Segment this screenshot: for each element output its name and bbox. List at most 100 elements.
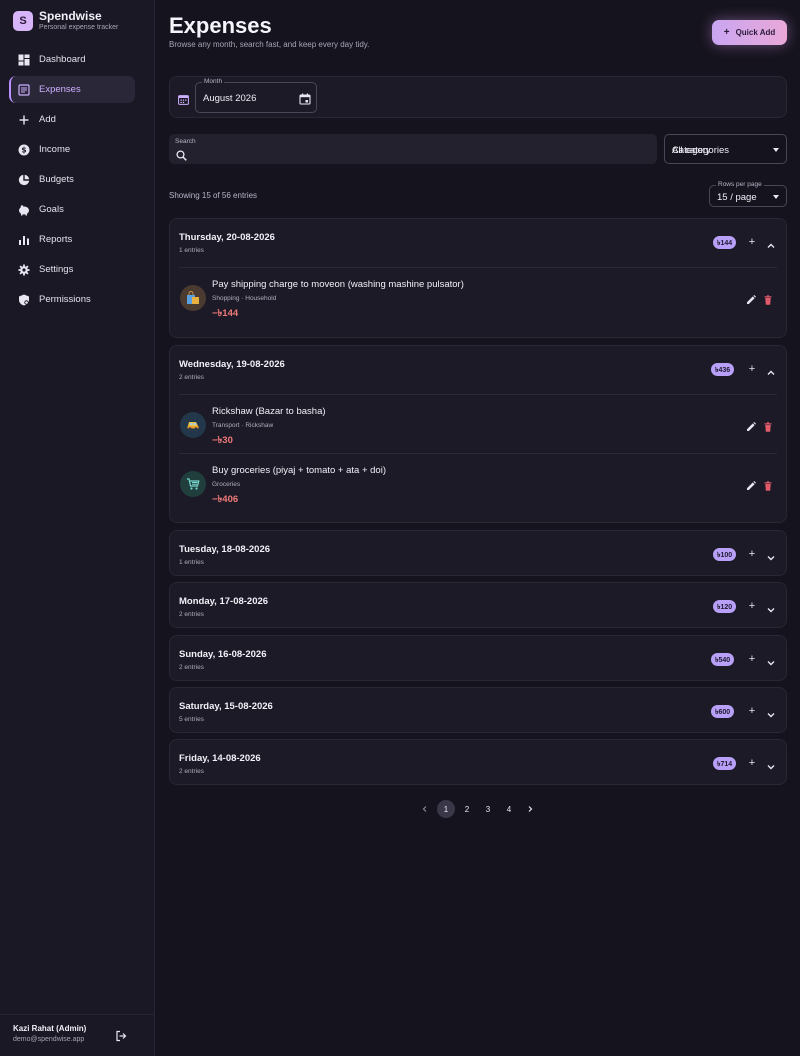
day-total-badge: ৳436 — [711, 363, 735, 376]
sidebar: S Spendwise Personal expense tracker Das… — [0, 0, 155, 1056]
logout-icon[interactable] — [115, 1029, 127, 1042]
day-title[interactable]: Thursday, 20-08-2026 — [179, 232, 275, 243]
day-group[interactable]: Tuesday, 18-08-2026 1 entries ৳100 + — [169, 530, 787, 576]
add-entry-button[interactable]: + — [747, 654, 757, 665]
rows-per-page-select[interactable]: Rows per page 15 / page — [709, 181, 787, 207]
svg-text:$: $ — [21, 145, 26, 154]
add-entry-button[interactable]: + — [747, 364, 757, 375]
month-value: August 2026 — [203, 93, 257, 104]
add-entry-button[interactable]: + — [747, 758, 757, 769]
page-button[interactable]: 3 — [479, 800, 497, 818]
chevron-up-icon[interactable] — [766, 365, 776, 375]
brand[interactable]: S Spendwise Personal expense tracker — [13, 10, 118, 32]
page-title: Expenses — [169, 13, 272, 38]
sidebar-item-goals[interactable]: Goals — [9, 196, 135, 223]
pie-chart-icon — [18, 174, 30, 186]
sidebar-item-dashboard[interactable]: Dashboard — [9, 46, 135, 73]
page-button[interactable]: 1 — [437, 800, 455, 818]
delete-icon[interactable] — [763, 292, 773, 305]
calendar-icon — [178, 92, 189, 105]
day-group[interactable]: Sunday, 16-08-2026 2 entries ৳540 + — [169, 635, 787, 681]
day-group[interactable]: Saturday, 15-08-2026 5 entries ৳600 + — [169, 687, 787, 733]
search-input[interactable]: Search — [169, 134, 657, 164]
plus-icon — [18, 114, 30, 126]
piggy-bank-icon — [18, 204, 30, 216]
chevron-down-icon[interactable] — [766, 759, 776, 770]
entry-category: Shopping · Household — [212, 295, 277, 302]
app-name: Spendwise — [39, 9, 102, 23]
day-entry-count: 2 entries — [179, 664, 204, 671]
bar-chart-icon — [18, 234, 30, 246]
expense-entry[interactable]: Pay shipping charge to moveon (washing m… — [170, 268, 788, 327]
search-icon — [176, 148, 187, 161]
dollar-icon: $ — [18, 144, 30, 156]
app-tagline: Personal expense tracker — [39, 24, 119, 31]
sidebar-item-label: Goals — [39, 204, 64, 215]
entry-category: Transport · Rickshaw — [212, 422, 274, 429]
sidebar-item-reports[interactable]: Reports — [9, 226, 135, 253]
chevron-down-icon[interactable] — [766, 550, 776, 561]
chevron-down-icon[interactable] — [766, 707, 776, 718]
sidebar-item-label: Budgets — [39, 174, 74, 185]
user-name: Kazi Rahat (Admin) — [13, 1024, 87, 1033]
day-title: Sunday, 16-08-2026 — [179, 649, 267, 660]
sidebar-item-income[interactable]: $ Income — [9, 136, 135, 163]
delete-icon[interactable] — [763, 419, 773, 432]
month-field[interactable]: Month August 2026 — [195, 78, 317, 113]
day-total-badge: ৳714 — [713, 757, 737, 770]
month-filter-card: Month August 2026 — [169, 76, 787, 118]
app-logo: S — [13, 11, 33, 31]
add-entry-button[interactable]: + — [747, 706, 757, 717]
day-group[interactable]: Monday, 17-08-2026 2 entries ৳120 + — [169, 582, 787, 628]
sidebar-item-permissions[interactable]: Permissions — [9, 286, 135, 313]
entry-amount: −৳30 — [212, 435, 233, 446]
prev-page-button[interactable] — [416, 800, 434, 818]
user-email: demo@spendwise.app — [13, 1036, 85, 1043]
plus-icon: + — [723, 27, 730, 38]
add-entry-button[interactable]: + — [747, 549, 757, 560]
add-entry-button[interactable]: + — [747, 601, 757, 612]
day-total-badge: ৳100 — [713, 548, 737, 561]
edit-icon[interactable] — [746, 292, 756, 304]
chevron-up-icon[interactable] — [766, 238, 776, 248]
day-group[interactable]: Friday, 14-08-2026 2 entries ৳714 + — [169, 739, 787, 785]
search-label: Search — [175, 138, 196, 145]
edit-icon[interactable] — [746, 478, 756, 490]
rows-per-page-value: 15 / page — [717, 192, 757, 203]
gear-icon — [18, 264, 30, 276]
sidebar-item-budgets[interactable]: Budgets — [9, 166, 135, 193]
entry-category: Groceries — [212, 481, 241, 488]
edit-icon[interactable] — [746, 419, 756, 431]
day-entry-count: 5 entries — [179, 716, 204, 723]
user-info: Kazi Rahat (Admin) demo@spendwise.app — [13, 1024, 86, 1043]
day-total-badge: ৳540 — [711, 653, 735, 666]
page-button[interactable]: 4 — [500, 800, 518, 818]
sidebar-item-add[interactable]: Add — [9, 106, 135, 133]
page-subtitle: Browse any month, search fast, and keep … — [169, 40, 370, 49]
rows-per-page-label: Rows per page — [716, 181, 764, 188]
expense-entry[interactable]: Buy groceries (piyaj + tomato + ata + do… — [170, 454, 788, 513]
entry-title: Pay shipping charge to moveon (washing m… — [212, 279, 464, 290]
expense-entry[interactable]: Rickshaw (Bazar to basha) Transport · Ri… — [170, 395, 788, 454]
delete-icon[interactable] — [763, 478, 773, 491]
chevron-down-icon[interactable] — [766, 602, 776, 613]
chevron-down-icon[interactable] — [766, 655, 776, 666]
calendar-picker-icon[interactable] — [299, 92, 311, 105]
day-total-badge: ৳120 — [713, 600, 737, 613]
sidebar-item-label: Add — [39, 114, 56, 125]
page-button[interactable]: 2 — [458, 800, 476, 818]
quick-add-button[interactable]: + Quick Add — [712, 20, 787, 45]
day-group: Thursday, 20-08-2026 1 entries ৳144 + Pa… — [169, 218, 787, 338]
month-label: Month — [202, 78, 225, 85]
day-entry-count: 2 entries — [179, 611, 204, 618]
sidebar-item-label: Dashboard — [39, 54, 86, 65]
next-page-button[interactable] — [521, 800, 539, 818]
category-select[interactable]: All categories Category — [664, 134, 787, 164]
sidebar-item-expenses[interactable]: Expenses — [9, 76, 135, 103]
entry-title: Rickshaw (Bazar to basha) — [212, 406, 326, 417]
entry-amount: −৳144 — [212, 308, 239, 319]
add-entry-button[interactable]: + — [747, 237, 757, 248]
sidebar-item-settings[interactable]: Settings — [9, 256, 135, 283]
day-title[interactable]: Wednesday, 19-08-2026 — [179, 359, 285, 370]
rickshaw-icon — [180, 412, 206, 438]
